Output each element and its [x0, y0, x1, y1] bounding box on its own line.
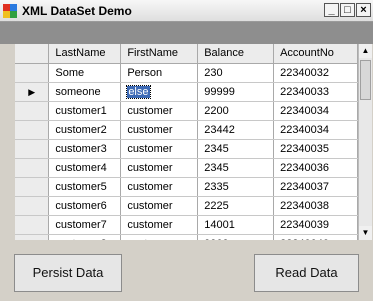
row-header[interactable] [15, 177, 50, 197]
row-header[interactable] [15, 63, 50, 83]
cell-firstname[interactable]: else [120, 82, 199, 102]
table-row[interactable]: customer6 customer 2225 22340038 [15, 196, 358, 216]
column-header-firstname[interactable]: FirstName [120, 44, 199, 64]
cell-firstname[interactable]: customer [120, 120, 199, 140]
cell-firstname[interactable]: customer [120, 158, 199, 178]
minimize-button[interactable]: _ [324, 3, 339, 17]
cell-accountno[interactable]: 22340039 [273, 215, 358, 235]
close-button[interactable]: × [356, 3, 371, 17]
cell-balance[interactable]: 14001 [197, 215, 275, 235]
row-header-corner[interactable] [15, 44, 50, 64]
cell-balance[interactable]: 2225 [197, 196, 275, 216]
app-window: XML DataSet Demo _ □ × LastName FirstNam… [0, 0, 373, 301]
table-row[interactable]: customer1 customer 2200 22340034 [15, 101, 358, 121]
table-row[interactable]: customer4 customer 2345 22340036 [15, 158, 358, 178]
row-header[interactable] [15, 196, 50, 216]
cell-lastname[interactable]: customer5 [48, 177, 122, 197]
cell-accountno[interactable]: 22340033 [273, 82, 358, 102]
table-row[interactable]: customer7 customer 14001 22340039 [15, 215, 358, 235]
table-row[interactable]: customer2 customer 23442 22340034 [15, 120, 358, 140]
cell-balance[interactable]: 2345 [197, 158, 275, 178]
read-data-button[interactable]: Read Data [254, 254, 359, 292]
cell-firstname[interactable]: customer [120, 177, 199, 197]
cell-lastname[interactable]: customer7 [48, 215, 122, 235]
cell-balance[interactable]: 9909 [197, 234, 275, 240]
column-header-accountno[interactable]: AccountNo [273, 44, 358, 64]
cell-balance[interactable]: 230 [197, 63, 275, 83]
cell-accountno[interactable]: 22340035 [273, 139, 358, 159]
scroll-thumb[interactable] [360, 60, 371, 100]
column-header-balance[interactable]: Balance [197, 44, 275, 64]
cell-balance[interactable]: 2335 [197, 177, 275, 197]
row-header[interactable]: ▶ [15, 82, 50, 102]
grid-header-row: LastName FirstName Balance AccountNo [15, 44, 358, 64]
cell-lastname[interactable]: customer4 [48, 158, 122, 178]
selected-cell-text[interactable]: else [126, 84, 151, 99]
grid-caption-band [0, 22, 373, 44]
cell-lastname[interactable]: Some [48, 63, 122, 83]
row-header[interactable] [15, 101, 50, 121]
row-header[interactable] [15, 158, 50, 178]
cell-accountno[interactable]: 22340040 [273, 234, 358, 240]
vertical-scrollbar[interactable]: ▲ ▼ [358, 44, 372, 240]
column-header-lastname[interactable]: LastName [48, 44, 122, 64]
scroll-up-arrow-icon[interactable]: ▲ [359, 44, 372, 58]
cell-balance[interactable]: 2345 [197, 139, 275, 159]
cell-firstname[interactable]: customer [120, 101, 199, 121]
row-header[interactable] [15, 234, 50, 240]
maximize-button[interactable]: □ [340, 3, 355, 17]
cell-accountno[interactable]: 22340038 [273, 196, 358, 216]
table-row[interactable]: customer3 customer 2345 22340035 [15, 139, 358, 159]
row-header[interactable] [15, 120, 50, 140]
cell-lastname[interactable]: someone [48, 82, 122, 102]
table-row[interactable]: Some Person 230 22340032 [15, 63, 358, 83]
table-row[interactable]: customer8customer990922340040 [15, 234, 358, 240]
table-row[interactable]: ▶ someone else 99999 22340033 [15, 82, 358, 102]
persist-data-button[interactable]: Persist Data [14, 254, 122, 292]
row-header[interactable] [15, 139, 50, 159]
table-row[interactable]: customer5 customer 2335 22340037 [15, 177, 358, 197]
cell-lastname[interactable]: customer8 [48, 234, 122, 240]
cell-accountno[interactable]: 22340034 [273, 120, 358, 140]
title-bar[interactable]: XML DataSet Demo _ □ × [0, 0, 373, 22]
cell-firstname[interactable]: customer [120, 139, 199, 159]
cell-firstname[interactable]: customer [120, 234, 199, 240]
row-header[interactable] [15, 215, 50, 235]
cell-balance[interactable]: 99999 [197, 82, 275, 102]
cell-accountno[interactable]: 22340036 [273, 158, 358, 178]
scroll-down-arrow-icon[interactable]: ▼ [359, 226, 372, 240]
cell-firstname[interactable]: customer [120, 215, 199, 235]
cell-lastname[interactable]: customer1 [48, 101, 122, 121]
cell-firstname[interactable]: Person [120, 63, 199, 83]
app-icon [3, 4, 17, 18]
cell-firstname[interactable]: customer [120, 196, 199, 216]
cell-lastname[interactable]: customer2 [48, 120, 122, 140]
cell-accountno[interactable]: 22340032 [273, 63, 358, 83]
cell-lastname[interactable]: customer6 [48, 196, 122, 216]
current-row-indicator-icon: ▶ [28, 86, 36, 97]
cell-accountno[interactable]: 22340037 [273, 177, 358, 197]
window-title: XML DataSet Demo [22, 4, 132, 18]
cell-balance[interactable]: 23442 [197, 120, 275, 140]
cell-accountno[interactable]: 22340034 [273, 101, 358, 121]
cell-lastname[interactable]: customer3 [48, 139, 122, 159]
data-grid[interactable]: LastName FirstName Balance AccountNo Som… [15, 44, 358, 240]
cell-balance[interactable]: 2200 [197, 101, 275, 121]
